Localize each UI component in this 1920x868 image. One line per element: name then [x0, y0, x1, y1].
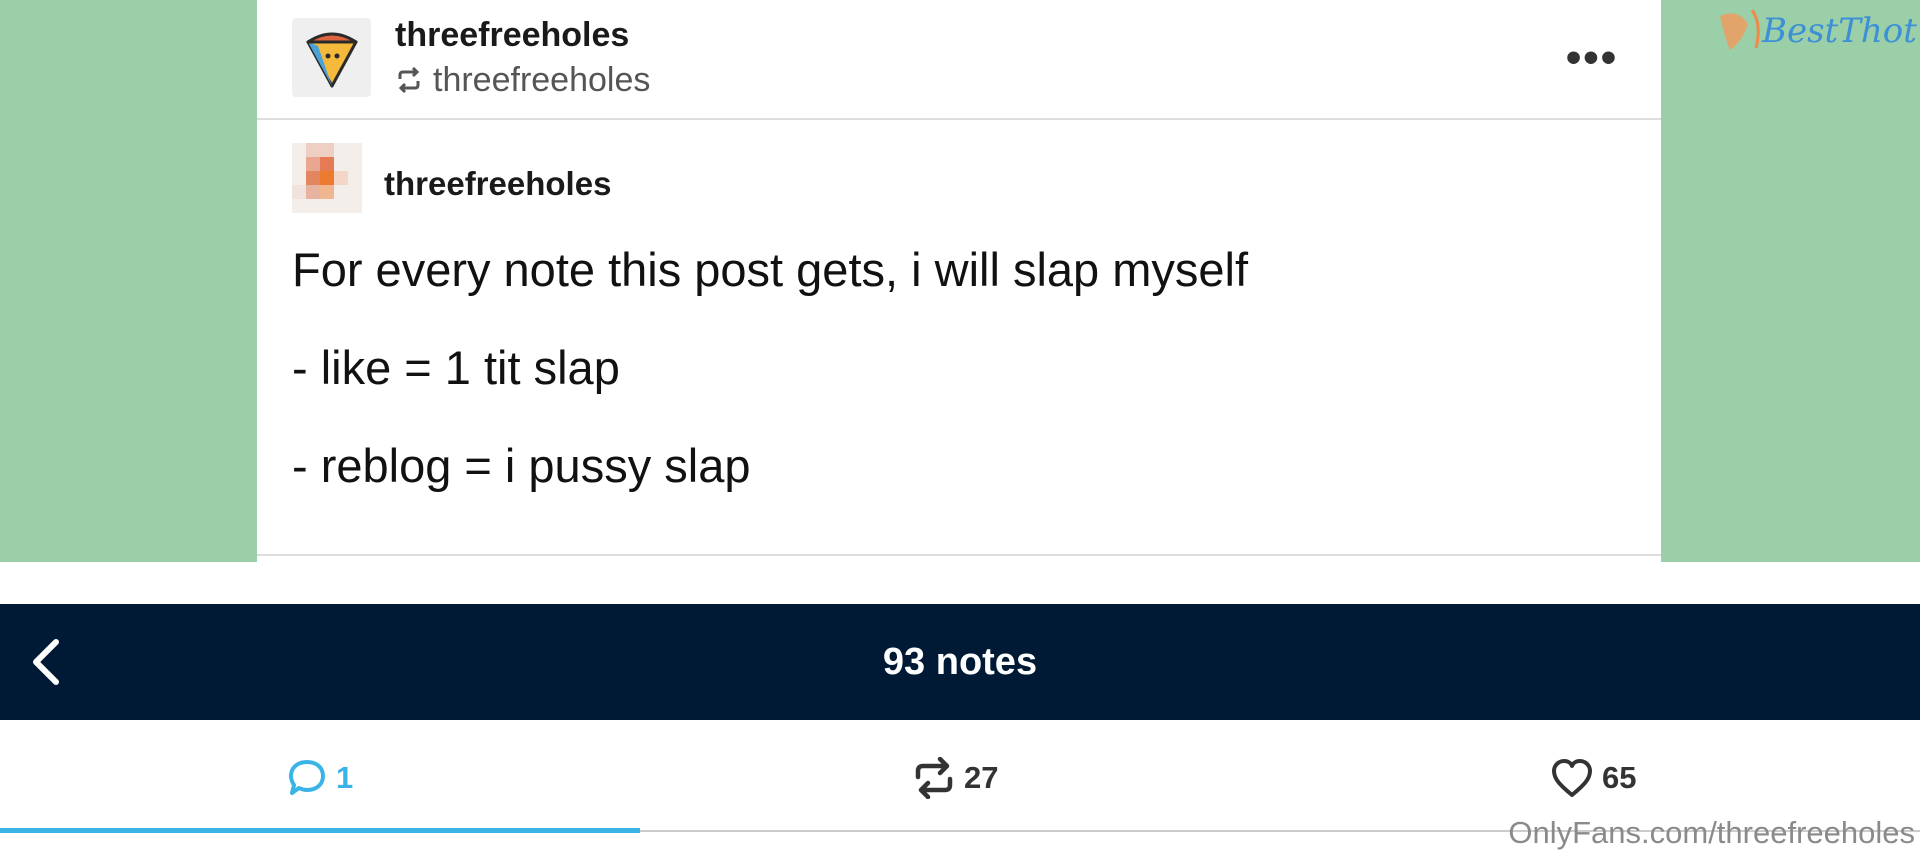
watermark-logo: BestThot: [1712, 2, 1920, 62]
likes-count: 65: [1602, 760, 1637, 795]
post-text-line: - like = 1 tit slap: [292, 341, 620, 394]
trail-avatar[interactable]: [292, 143, 362, 213]
reblogged-from: threefreeholes: [395, 60, 650, 100]
active-tab-indicator: [0, 828, 640, 833]
reblogged-from-name[interactable]: threefreeholes: [433, 61, 650, 100]
more-dots-icon: •••: [1565, 33, 1619, 82]
divider: [257, 554, 1661, 556]
reblog-arrows-icon: [915, 757, 953, 799]
watermark-logo-text: BestThot: [1761, 11, 1917, 51]
post-text-line: - reblog = i pussy slap: [292, 439, 751, 492]
trail-blog-name[interactable]: threefreeholes: [384, 165, 611, 203]
watermark-text: OnlyFans.com/threefreeholes: [1508, 815, 1915, 850]
heart-icon: [1552, 759, 1592, 797]
replies-count: 1: [336, 760, 354, 795]
post-header: threefreeholes threefreeholes •••: [257, 0, 1661, 120]
tab-likes[interactable]: 65: [1550, 754, 1636, 802]
post-text-line: For every note this post gets, i will sl…: [292, 243, 1249, 296]
reblogger-name[interactable]: threefreeholes: [395, 16, 629, 55]
more-options-button[interactable]: •••: [1557, 36, 1627, 80]
reblogs-count: 27: [964, 760, 999, 795]
pizza-cone-avatar-icon: [306, 32, 358, 88]
notes-header-bar: 93 notes: [0, 604, 1920, 720]
tab-reblogs[interactable]: 27: [912, 754, 998, 802]
speech-bubble-icon: [289, 760, 325, 795]
blog-avatar[interactable]: [292, 18, 371, 97]
notes-title: 93 notes: [882, 641, 1038, 683]
reblog-icon: [398, 67, 420, 93]
tab-replies[interactable]: 1: [286, 754, 353, 802]
post-card: threefreeholes threefreeholes ••• threef…: [257, 0, 1661, 562]
